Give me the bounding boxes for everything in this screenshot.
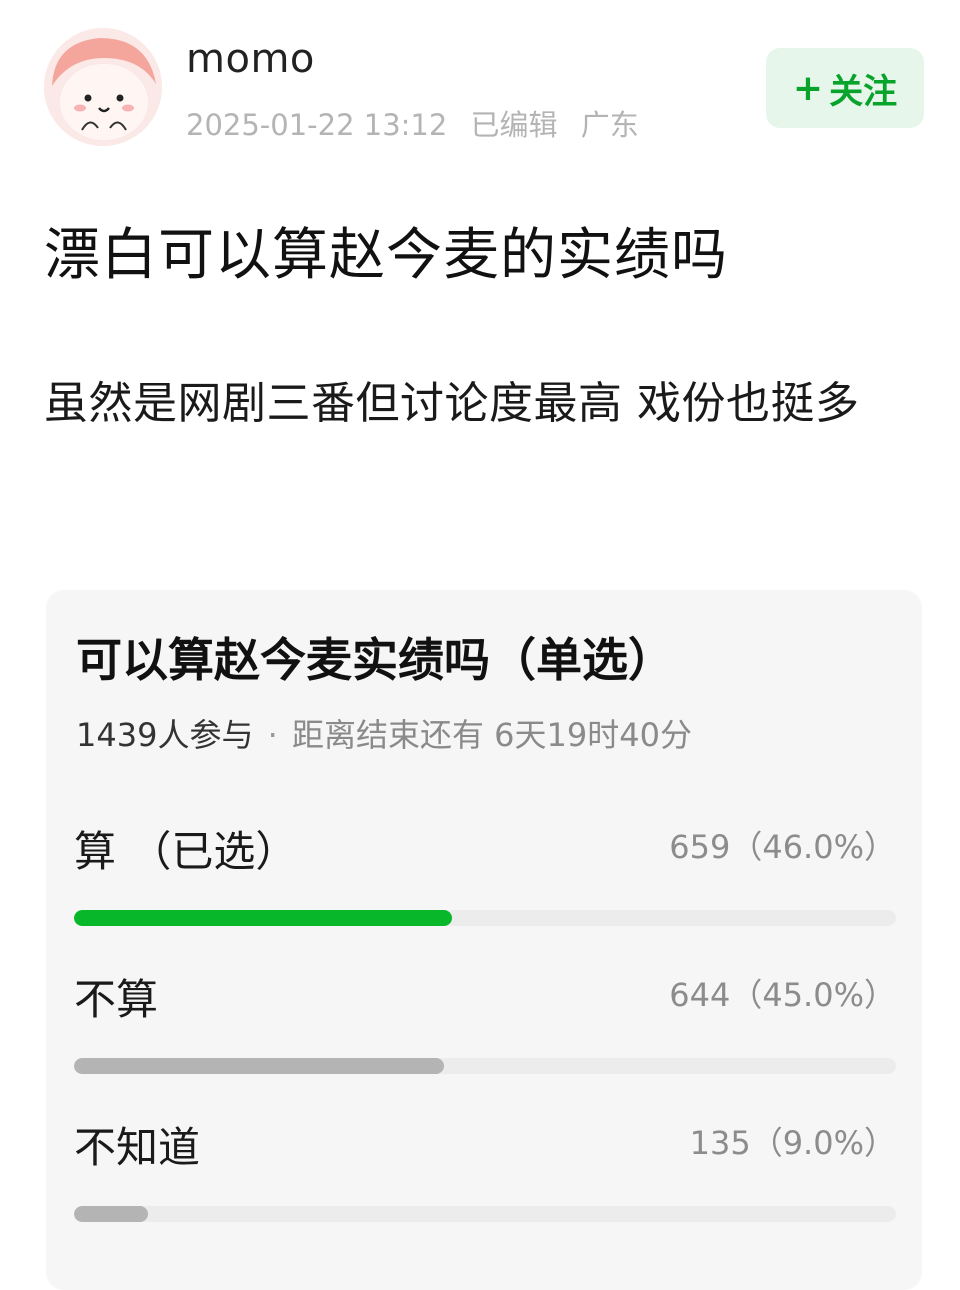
poll-option-label: 不算 — [74, 975, 159, 1024]
poll-option-bar-track — [74, 910, 896, 926]
poll-title: 可以算赵今麦实绩吗（单选） — [76, 633, 674, 687]
post-title: 漂白可以算赵今麦的实绩吗 — [44, 223, 728, 288]
location-label: 广东 — [580, 108, 639, 142]
poll-option-bar-fill — [74, 1058, 444, 1074]
poll-option[interactable]: 不算 644（45.0%） — [74, 966, 896, 1086]
follow-button[interactable]: + 关注 — [766, 48, 924, 128]
poll-meta-separator: · — [267, 716, 278, 754]
poll-option-bar-fill — [74, 910, 452, 926]
poll-participants: 1439人参与 — [76, 716, 254, 754]
post-meta: 2025-01-22 13:12 已编辑 广东 — [186, 102, 653, 144]
poll-option-bar-track — [74, 1206, 896, 1222]
poll-option-count: 135（9.0%） — [689, 1124, 896, 1162]
poll-option-bar-fill — [74, 1206, 148, 1222]
poll-card: 可以算赵今麦实绩吗（单选） 1439人参与 · 距离结束还有 6天19时40分 … — [46, 590, 922, 1290]
poll-option[interactable]: 不知道 135（9.0%） — [74, 1114, 896, 1234]
poll-option-label: 算 （已选） — [74, 827, 298, 876]
follow-button-label: 关注 — [829, 71, 898, 112]
poll-remaining-time: 距离结束还有 6天19时40分 — [291, 716, 692, 754]
poll-option-bar-track — [74, 1058, 896, 1074]
author-name[interactable]: momo — [186, 36, 315, 82]
poll-meta: 1439人参与 · 距离结束还有 6天19时40分 — [76, 710, 692, 756]
post-header: momo 2025-01-22 13:12 已编辑 广东 + 关注 — [44, 28, 924, 148]
poll-option-label: 不知道 — [74, 1123, 201, 1172]
poll-option[interactable]: 算 （已选） 659（46.0%） — [74, 818, 896, 938]
post-body: 虽然是网剧三番但讨论度最高 戏份也挺多 — [44, 378, 860, 429]
edited-label: 已编辑 — [470, 108, 558, 142]
avatar[interactable] — [44, 28, 162, 146]
poll-option-count: 644（45.0%） — [669, 976, 896, 1014]
post-timestamp: 2025-01-22 13:12 — [186, 108, 448, 142]
poll-option-count: 659（46.0%） — [669, 828, 896, 866]
plus-icon: + — [792, 67, 824, 109]
cartoon-face-avatar-icon — [44, 28, 162, 146]
